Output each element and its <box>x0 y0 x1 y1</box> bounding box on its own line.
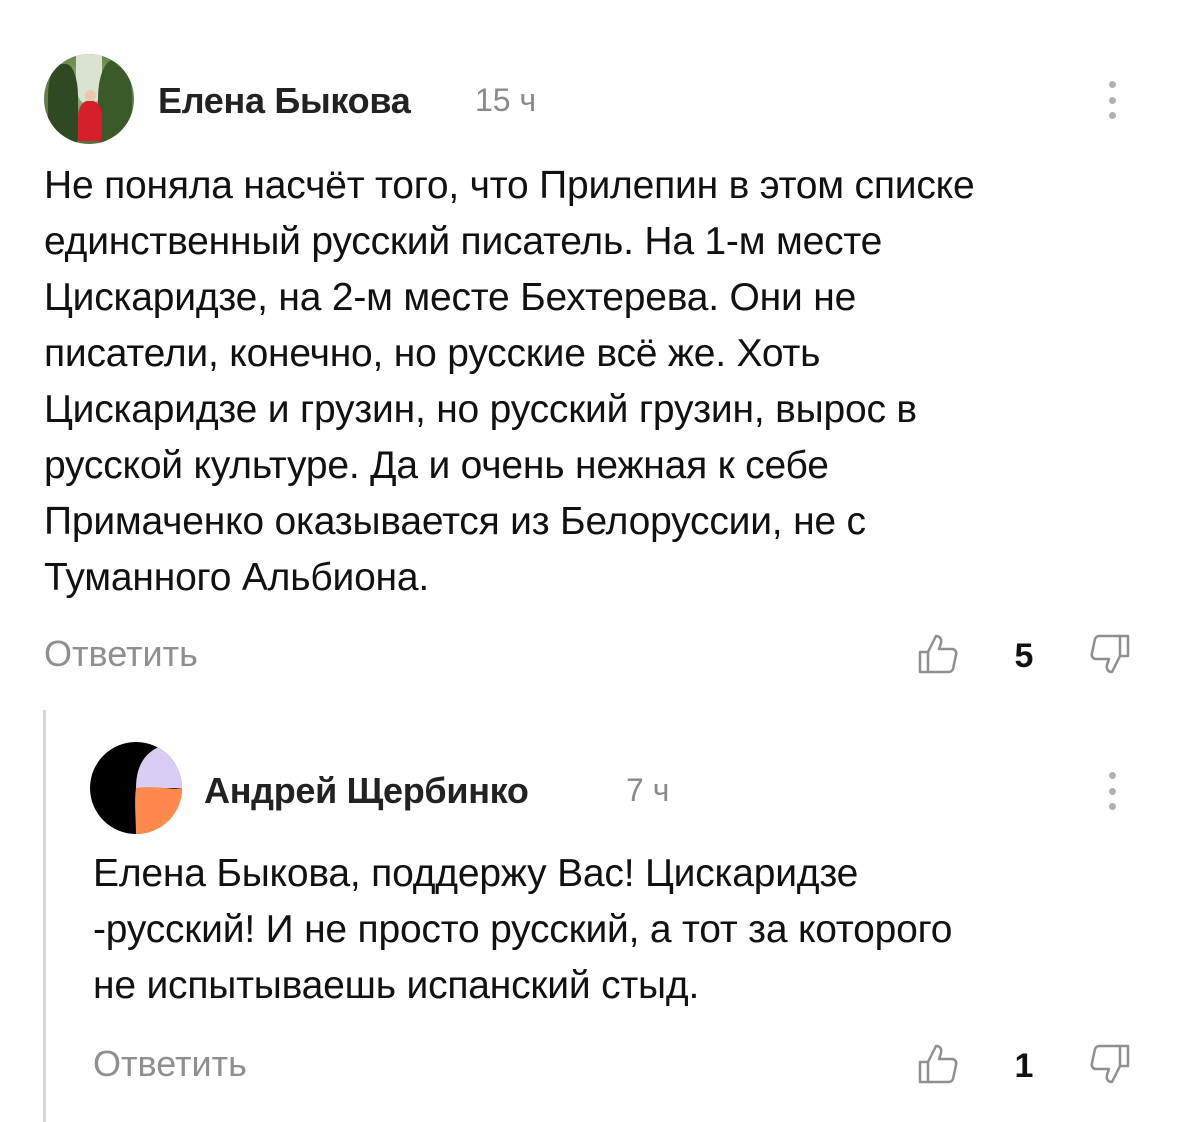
comment-text-line: писатели, конечно, но русские всё же. Хо… <box>44 332 821 375</box>
reply-text-line: -русский! И не просто русский, а тот за … <box>93 908 953 951</box>
comment-text-line: Цискаридзе и грузин, но русский грузин, … <box>44 388 917 431</box>
reply-button[interactable]: Ответить <box>44 633 198 675</box>
reply-author-avatar[interactable] <box>90 742 182 834</box>
reply-time: 7 ч <box>626 772 670 808</box>
likes-count: 5 <box>1014 637 1034 675</box>
more-options-icon[interactable] <box>1102 766 1122 816</box>
reply-button[interactable]: Ответить <box>93 1043 247 1085</box>
reply-author-name[interactable]: Андрей Щербинко <box>204 770 529 812</box>
thread-line <box>43 710 46 1122</box>
reply-text-line: Елена Быкова, поддержу Вас! Цискаридзе <box>93 852 859 895</box>
author-avatar[interactable] <box>44 54 134 144</box>
thumbs-down-icon[interactable] <box>1088 632 1132 676</box>
author-name[interactable]: Елена Быкова <box>158 80 411 122</box>
reply-text-line: не испытываешь испанский стыд. <box>93 964 700 1007</box>
comment-text-line: Примаченко оказывается из Белоруссии, не… <box>44 500 866 543</box>
thumbs-up-icon[interactable] <box>916 1042 960 1086</box>
more-options-icon[interactable] <box>1102 75 1122 125</box>
thumbs-down-icon[interactable] <box>1088 1042 1132 1086</box>
comment-text-line: Не поняла насчёт того, что Прилепин в эт… <box>44 164 975 207</box>
reply-text: Елена Быкова, поддержу Вас! Цискаридзе -… <box>93 846 1173 1014</box>
comment-text: Не поняла насчёт того, что Прилепин в эт… <box>44 158 1174 606</box>
comment-text-line: единственный русский писатель. На 1-м ме… <box>44 220 883 263</box>
comment-text-line: русской культуре. Да и очень нежная к се… <box>44 444 829 487</box>
comment-text-line: Цискаридзе, на 2-м месте Бехтерева. Они … <box>44 276 857 319</box>
comment-time: 15 ч <box>475 82 537 118</box>
thumbs-up-icon[interactable] <box>916 632 960 676</box>
comment-text-line: Туманного Альбиона. <box>44 556 430 599</box>
likes-count: 1 <box>1014 1047 1034 1085</box>
